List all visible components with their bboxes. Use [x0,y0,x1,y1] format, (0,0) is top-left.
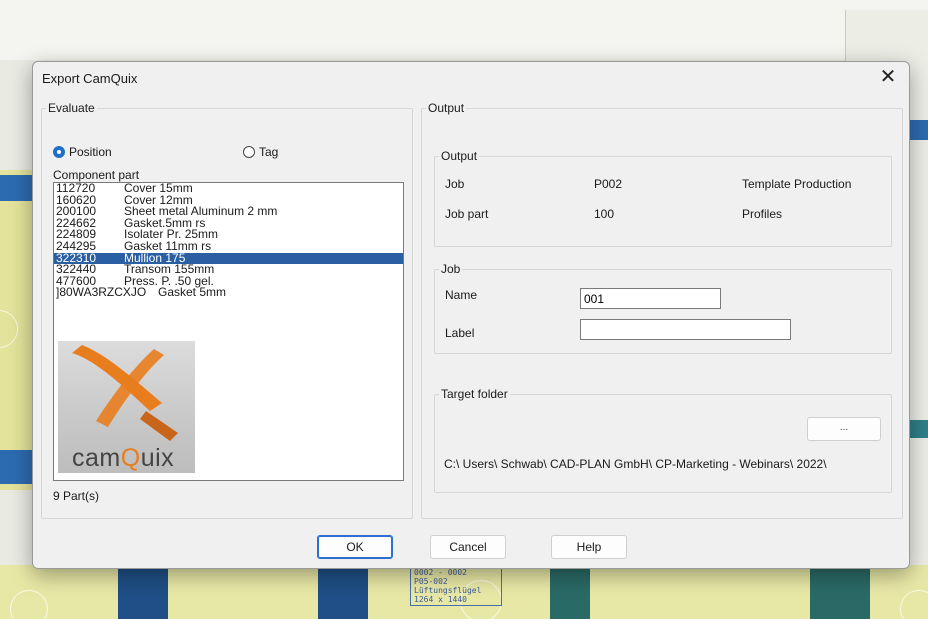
list-item[interactable]: 322310 Mullion 175 [54,252,403,265]
component-part-label: Component part [53,168,140,182]
label-label: Label [445,326,475,340]
part-code: ]80WA3RZCXJO [56,285,147,300]
component-part-list[interactable]: 112720 Cover 15mm 160620 Cover 12mm 200100 Sh… [53,182,404,481]
list-item[interactable]: 224809 Isolater Pr. 25mm [54,229,403,241]
part-description: Gasket 5mm [158,285,227,300]
cad-mullion [550,565,590,619]
job-description: Template Production [742,177,852,191]
logo-text-q: Q [120,444,141,472]
output-group: Output Output Job P002 Template Producti… [421,101,903,519]
position-radio-label: Position [69,145,112,159]
cad-annotation-line: P05-002 Lüftungsflügel [414,577,482,595]
name-label: Name [445,288,478,302]
list-item[interactable]: 224662 Gasket.5mm rs [54,217,403,230]
job-subgroup: Job Name Label [434,262,892,354]
radio-unselected-icon [243,146,255,158]
camquix-x-mark-icon [72,345,178,441]
camquix-logo: camQuix [58,341,195,473]
title-bar[interactable]: Export CamQuix ✕ [33,62,909,94]
list-item[interactable]: 200100 Sheet metal Aluminum 2 mm [54,205,403,218]
job-part-label: Job part [445,207,489,221]
job-legend: Job [441,262,461,276]
dialog-title: Export CamQuix [42,71,138,86]
tag-radio[interactable]: Tag [243,145,278,159]
close-icon[interactable]: ✕ [877,66,899,88]
radio-selected-icon [53,146,65,158]
evaluate-group: Evaluate Position Tag Component part 112… [41,101,413,519]
cad-profile [0,450,36,484]
target-folder-subgroup: Target folder ... C:\ Users\ Schwab\ CAD… [434,387,892,493]
position-radio[interactable]: Position [53,145,112,159]
part-count: 9 Part(s) [53,489,100,503]
name-input[interactable] [580,288,721,309]
job-part-value: 100 [594,207,615,221]
list-item[interactable]: 244295 Gasket 11mm rs [54,240,403,253]
logo-text-cam: cam [72,444,121,472]
target-folder-legend: Target folder [441,387,508,401]
cad-top-area [0,0,928,60]
target-folder-path: C:\ Users\ Schwab\ CAD-PLAN GmbH\ CP-Mar… [444,457,827,471]
job-part-description: Profiles [742,207,783,221]
cad-annotation: 0002 - 0002 P05-002 Lüftungsflügel 1264 … [410,566,502,606]
tag-radio-label: Tag [259,145,279,159]
ok-button[interactable]: OK [317,535,393,559]
output-sub-legend: Output [441,149,478,163]
output-subgroup: Output Job P002 Template Production Job … [434,149,892,247]
cad-mullion [810,565,870,619]
cad-annotation-line: 1264 x 1440 [414,595,467,604]
cancel-button[interactable]: Cancel [430,535,506,559]
cad-mullion [118,565,168,619]
cad-mullion [318,565,368,619]
label-input[interactable] [580,319,791,340]
export-camquix-dialog: Export CamQuix ✕ Evaluate Position Tag C… [32,61,910,569]
logo-text-uix: uix [140,444,175,472]
evaluate-legend: Evaluate [48,101,95,115]
output-legend: Output [428,101,465,115]
list-item[interactable]: 112720 Cover 15mm [54,183,403,195]
job-label: Job [445,177,465,191]
camquix-logo-text: camQuix [72,444,174,473]
list-item[interactable]: 322440 Transom 155mm [54,263,403,276]
cad-annotation-line: 0002 - 0002 [414,568,467,577]
list-item[interactable]: ]80WA3RZCXJO Gasket 5mm [54,287,403,299]
cad-profile [0,175,36,201]
job-value: P002 [594,177,623,191]
browse-folder-button[interactable]: ... [807,417,881,441]
help-button[interactable]: Help [551,535,627,559]
